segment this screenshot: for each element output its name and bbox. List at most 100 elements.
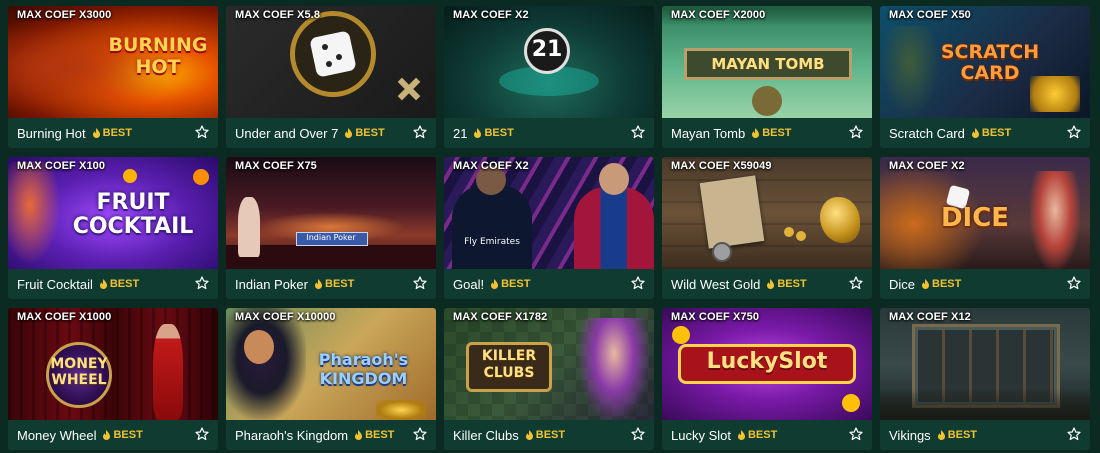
game-card-goal[interactable]: Fly Emirates MAX COEF X2 Goal! BEST	[444, 157, 654, 299]
star-outline-icon[interactable]	[1067, 276, 1081, 290]
game-thumbnail[interactable]: KILLER CLUBS MAX COEF X1782	[444, 308, 654, 420]
max-coef-label: MAX COEF X1000	[17, 311, 112, 323]
game-thumbnail[interactable]: Fly Emirates MAX COEF X2	[444, 157, 654, 269]
game-card-lucky-slot[interactable]: LuckySlot MAX COEF X750 Lucky Slot BEST	[662, 308, 872, 450]
star-outline-icon[interactable]	[195, 427, 209, 441]
best-badge: BEST	[737, 429, 777, 441]
game-card-indian-poker[interactable]: Indian Poker MAX COEF X75 Indian Poker B…	[226, 157, 436, 299]
best-badge: BEST	[922, 278, 961, 290]
game-name: Wild West Gold	[671, 276, 761, 292]
game-thumbnail[interactable]: MONEY WHEEL MAX COEF X1000	[8, 308, 218, 420]
game-card-dice[interactable]: DICE MAX COEF X2 Dice BEST	[880, 157, 1090, 299]
flame-icon	[315, 279, 322, 289]
game-card-killer-clubs[interactable]: KILLER CLUBS MAX COEF X1782 Killer Clubs…	[444, 308, 654, 450]
game-card-vikings[interactable]: MAX COEF X12 Vikings BEST	[880, 308, 1090, 450]
game-thumbnail[interactable]: Pharaoh's KINGDOM MAX COEF X10000	[226, 308, 436, 420]
flame-icon	[103, 430, 111, 440]
badge-label: BEST	[113, 429, 143, 441]
game-footer: Lucky Slot BEST	[662, 420, 872, 450]
star-outline-icon[interactable]	[1067, 125, 1081, 139]
flame-icon	[99, 279, 107, 289]
game-name: Money Wheel	[17, 427, 97, 443]
star-outline-icon[interactable]	[849, 276, 863, 290]
game-card-scratch-card[interactable]: SCRATCH CARD MAX COEF X50 Scratch Card B…	[880, 6, 1090, 148]
game-footer: Vikings BEST	[880, 420, 1090, 450]
game-footer: Fruit Cocktail BEST	[8, 269, 218, 299]
flame-icon	[355, 430, 363, 440]
star-outline-icon[interactable]	[413, 276, 427, 290]
game-thumbnail[interactable]: MAYAN TOMB MAX COEF X2000	[662, 6, 872, 118]
flame-icon	[474, 128, 482, 138]
star-outline-icon[interactable]	[195, 125, 209, 139]
badge-label: BEST	[325, 278, 355, 290]
game-thumbnail[interactable]: 21 MAX COEF X2	[444, 6, 654, 118]
star-outline-icon[interactable]	[413, 427, 427, 441]
badge-label: BEST	[762, 127, 792, 139]
best-badge: BEST	[103, 429, 143, 441]
best-badge: BEST	[937, 429, 978, 441]
game-thumbnail[interactable]: BURNING HOT MAX COEF X3000	[8, 6, 218, 118]
star-outline-icon[interactable]	[631, 125, 645, 139]
star-outline-icon[interactable]	[631, 276, 645, 290]
game-footer: Indian Poker BEST	[226, 269, 436, 299]
game-footer: Money Wheel BEST	[8, 420, 218, 450]
game-thumbnail[interactable]: FRUIT COCKTAIL MAX COEF X100	[8, 157, 218, 269]
game-footer: Killer Clubs BEST	[444, 420, 654, 450]
badge-label: BEST	[365, 429, 395, 441]
game-thumbnail[interactable]: MAX COEF X59049	[662, 157, 872, 269]
twentyone-logo: 21	[531, 37, 563, 62]
star-outline-icon[interactable]	[1067, 427, 1081, 441]
max-coef-label: MAX COEF X2	[453, 9, 529, 21]
game-footer: Under and Over 7 BEST	[226, 118, 436, 148]
flame-icon	[752, 128, 760, 138]
lucky-slot-logo: LuckySlot	[706, 349, 828, 374]
max-coef-label: MAX COEF X3000	[17, 9, 112, 21]
star-outline-icon[interactable]	[631, 427, 645, 441]
money-wheel-logo: MONEY WHEEL	[50, 356, 108, 388]
game-thumbnail[interactable]: LuckySlot MAX COEF X750	[662, 308, 872, 420]
game-thumbnail[interactable]: DICE MAX COEF X2	[880, 157, 1090, 269]
star-outline-icon[interactable]	[195, 276, 209, 290]
scratch-card-logo: SCRATCH CARD	[940, 41, 1040, 84]
goal-sponsor-logo: Fly Emirates	[464, 237, 520, 247]
game-thumbnail[interactable]: MAX COEF X12	[880, 308, 1090, 420]
star-outline-icon[interactable]	[849, 125, 863, 139]
game-card-burning-hot[interactable]: BURNING HOT MAX COEF X3000 Burning Hot B…	[8, 6, 218, 148]
best-badge: BEST	[971, 127, 1011, 139]
max-coef-label: MAX COEF X5.8	[235, 9, 321, 21]
game-thumbnail[interactable]: MAX COEF X5.8	[226, 6, 436, 118]
game-card-money-wheel[interactable]: MONEY WHEEL MAX COEF X1000 Money Wheel B…	[8, 308, 218, 450]
dice-logo: DICE	[940, 203, 1010, 233]
game-thumbnail[interactable]: Indian Poker MAX COEF X75	[226, 157, 436, 269]
best-badge: BEST	[345, 127, 385, 139]
game-card-21[interactable]: 21 MAX COEF X2 21 BEST	[444, 6, 654, 148]
game-card-wild-west-gold[interactable]: MAX COEF X59049 Wild West Gold BEST	[662, 157, 872, 299]
max-coef-label: MAX COEF X59049	[671, 160, 772, 172]
max-coef-label: MAX COEF X750	[671, 311, 760, 323]
game-card-fruit-cocktail[interactable]: FRUIT COCKTAIL MAX COEF X100 Fruit Cockt…	[8, 157, 218, 299]
mayan-tomb-logo: MAYAN TOMB	[711, 55, 825, 73]
badge-label: BEST	[355, 127, 385, 139]
star-outline-icon[interactable]	[413, 125, 427, 139]
flame-icon	[971, 128, 979, 138]
best-badge: BEST	[92, 127, 132, 139]
max-coef-label: MAX COEF X2	[453, 160, 529, 172]
game-footer: Dice BEST	[880, 269, 1090, 299]
star-outline-icon[interactable]	[849, 427, 863, 441]
badge-label: BEST	[947, 429, 978, 441]
burning-hot-logo: BURNING HOT	[108, 34, 208, 78]
game-footer: Mayan Tomb BEST	[662, 118, 872, 148]
max-coef-label: MAX COEF X100	[17, 160, 106, 172]
badge-label: BEST	[102, 127, 132, 139]
game-name: Lucky Slot	[671, 427, 731, 443]
game-name: Indian Poker	[235, 276, 308, 292]
game-card-pharaohs-kingdom[interactable]: Pharaoh's KINGDOM MAX COEF X10000 Pharao…	[226, 308, 436, 450]
game-thumbnail[interactable]: SCRATCH CARD MAX COEF X50	[880, 6, 1090, 118]
game-footer: 21 BEST	[444, 118, 654, 148]
game-card-under-and-over-7[interactable]: MAX COEF X5.8 Under and Over 7 BEST	[226, 6, 436, 148]
pharaohs-kingdom-logo: Pharaoh's KINGDOM	[318, 350, 409, 388]
max-coef-label: MAX COEF X2000	[671, 9, 766, 21]
game-name: Killer Clubs	[453, 427, 519, 443]
game-name: Burning Hot	[17, 125, 86, 141]
game-card-mayan-tomb[interactable]: MAYAN TOMB MAX COEF X2000 Mayan Tomb BES…	[662, 6, 872, 148]
